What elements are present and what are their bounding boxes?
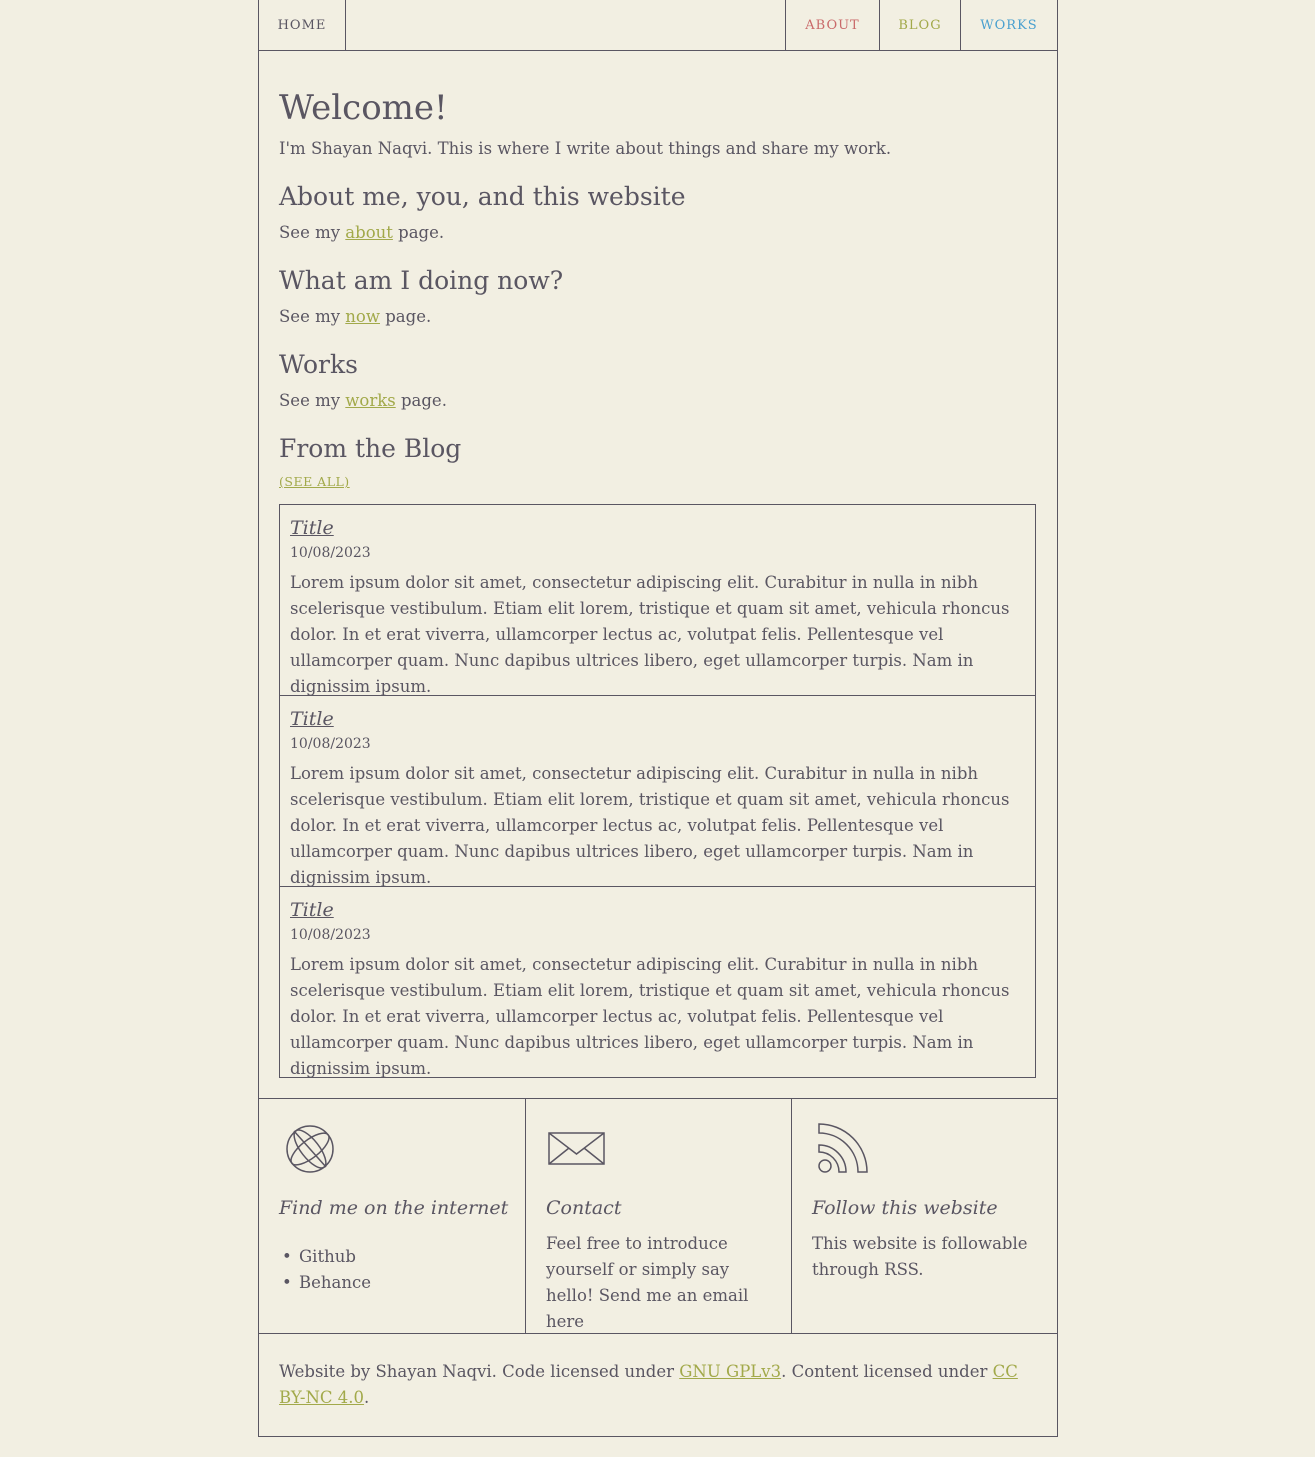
post-title-link[interactable]: Title: [290, 899, 334, 921]
nav-right-group: ABOUT BLOG WORKS: [785, 0, 1057, 50]
post-date: 10/08/2023: [290, 736, 371, 752]
nav-about-link[interactable]: ABOUT: [785, 0, 879, 50]
envelope-icon: [548, 1131, 606, 1171]
nav-home-link[interactable]: HOME: [259, 0, 346, 50]
page-container: HOME ABOUT BLOG WORKS Welcome! I'm Shaya…: [258, 0, 1058, 1437]
section-works-text: See my works page.: [279, 391, 447, 410]
blog-post-list: Title 10/08/2023 Lorem ipsum dolor sit a…: [279, 504, 1036, 1078]
credit-text-2: . Content licensed under: [781, 1362, 993, 1381]
section-works-suffix: page.: [395, 391, 447, 410]
credit-text-1: Website by Shayan Naqvi. Code licensed u…: [279, 1362, 680, 1381]
section-about-text: See my about page.: [279, 223, 444, 242]
post-excerpt: Lorem ipsum dolor sit amet, consectetur …: [290, 573, 1010, 696]
globe-icon: [284, 1123, 336, 1179]
footer-internet-column: Find me on the internet Github Behance: [259, 1099, 525, 1333]
post-excerpt: Lorem ipsum dolor sit amet, consectetur …: [290, 955, 1010, 1078]
post-title-link[interactable]: Title: [290, 708, 334, 730]
works-link[interactable]: works: [345, 391, 395, 410]
credit-text-3: .: [364, 1388, 370, 1407]
post-date: 10/08/2023: [290, 927, 371, 943]
page-title: Welcome!: [279, 88, 448, 128]
now-link[interactable]: now: [345, 307, 380, 326]
section-about-prefix: See my: [279, 223, 346, 242]
footer-contact-column: Contact Feel free to introduce yourself …: [525, 1099, 791, 1333]
section-now-suffix: page.: [379, 307, 432, 326]
section-now-text: See my now page.: [279, 307, 431, 326]
section-now-prefix: See my: [279, 307, 346, 326]
social-links-list: Github Behance: [282, 1244, 371, 1296]
intro-text: I'm Shayan Naqvi. This is where I write …: [279, 139, 892, 158]
blog-post: Title 10/08/2023 Lorem ipsum dolor sit a…: [280, 505, 1035, 696]
section-works-heading: Works: [279, 350, 358, 379]
site-credit: Website by Shayan Naqvi. Code licensed u…: [279, 1359, 1039, 1411]
top-nav: HOME ABOUT BLOG WORKS: [259, 0, 1057, 51]
behance-link[interactable]: Behance: [282, 1270, 371, 1296]
gpl-license-link[interactable]: GNU GPLv3: [679, 1362, 781, 1381]
github-link[interactable]: Github: [282, 1244, 371, 1270]
post-title-link[interactable]: Title: [290, 517, 334, 539]
section-works-prefix: See my: [279, 391, 346, 410]
see-all-link[interactable]: (SEE ALL): [279, 474, 350, 489]
about-link[interactable]: about: [345, 223, 393, 242]
footer-follow-column: Follow this website This website is foll…: [791, 1099, 1057, 1333]
nav-works-link[interactable]: WORKS: [960, 0, 1057, 50]
contact-text[interactable]: Feel free to introduce yourself or simpl…: [546, 1231, 776, 1335]
blog-post: Title 10/08/2023 Lorem ipsum dolor sit a…: [280, 887, 1035, 1078]
follow-text: This website is followable through RSS.: [812, 1234, 1028, 1279]
section-about-suffix: page.: [392, 223, 445, 242]
footer-follow-heading: Follow this website: [812, 1197, 998, 1219]
blog-heading: From the Blog: [279, 434, 462, 463]
section-now-heading: What am I doing now?: [279, 266, 564, 295]
post-date: 10/08/2023: [290, 545, 371, 561]
section-about-heading: About me, you, and this website: [279, 182, 686, 211]
nav-blog-link[interactable]: BLOG: [879, 0, 960, 50]
footer-internet-heading: Find me on the internet: [279, 1197, 509, 1219]
blog-post: Title 10/08/2023 Lorem ipsum dolor sit a…: [280, 696, 1035, 887]
post-excerpt: Lorem ipsum dolor sit amet, consectetur …: [290, 764, 1010, 887]
footer-columns: Find me on the internet Github Behance C…: [259, 1098, 1057, 1334]
rss-icon: [818, 1123, 868, 1177]
footer-contact-heading: Contact: [546, 1197, 622, 1219]
